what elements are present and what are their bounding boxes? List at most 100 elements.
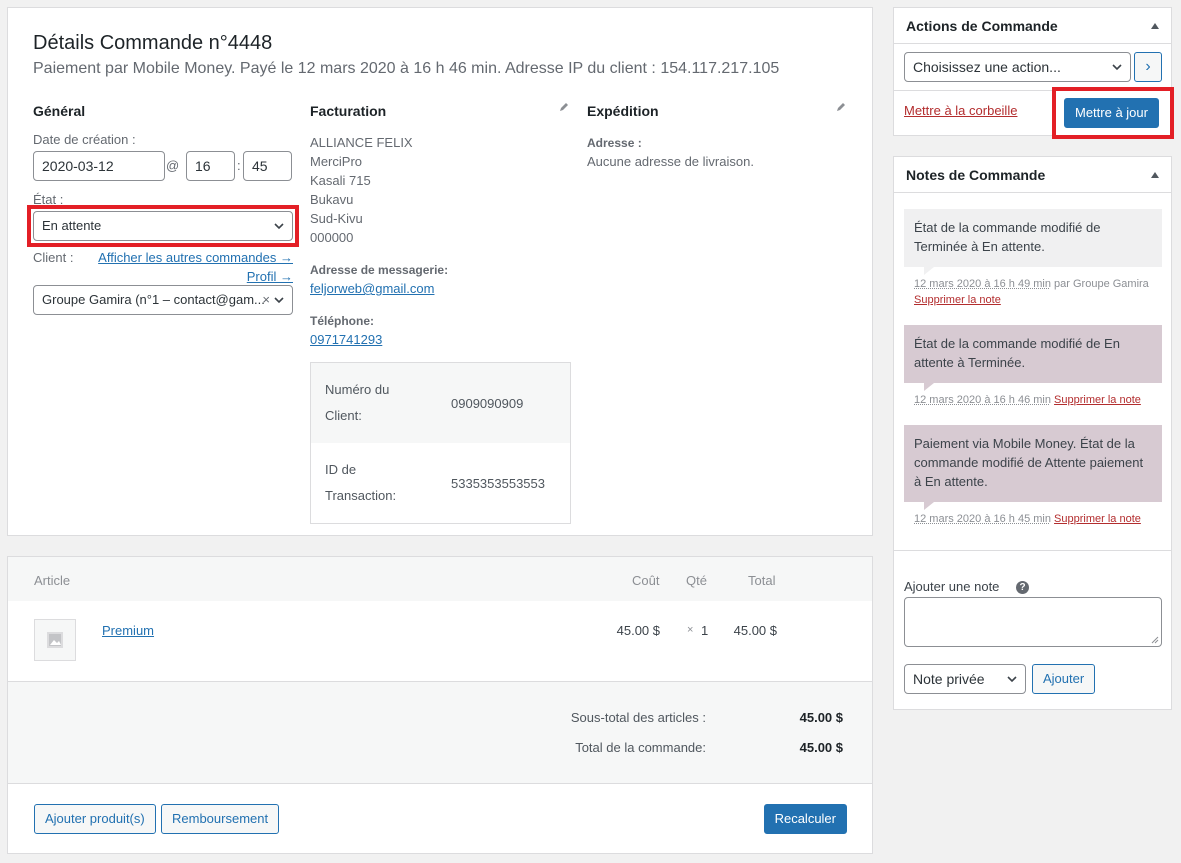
table-row: ID de Transaction: 5335353553553 [311, 443, 570, 523]
note-meta: 12 mars 2020 à 16 h 46 min Supprimer la … [914, 394, 1141, 406]
order-notes-header[interactable]: Notes de Commande [894, 157, 1171, 193]
edit-billing-pencil-icon[interactable] [558, 101, 570, 113]
move-to-trash-link[interactable]: Mettre à la corbeille [904, 103, 1017, 118]
order-note: État de la commande modifié de En attent… [904, 325, 1162, 383]
note-type-select-value: Note privée [913, 671, 985, 687]
client-label: Client : [33, 250, 74, 265]
page-title: Détails Commande n°4448 [33, 32, 273, 54]
subtotal-label: Sous-total des articles : [570, 710, 706, 725]
table-row: Premium 45.00 $ × 1 45.00 $ [8, 601, 872, 682]
table-row: Numéro du Client: 0909090909 [311, 363, 570, 443]
customer-select-value: Groupe Gamira (n°1 – contact@gam... [42, 292, 265, 307]
column-header-total: Total [748, 573, 776, 588]
note-tail [924, 383, 934, 391]
customer-profile-link[interactable]: Profil → [247, 269, 293, 284]
edit-shipping-pencil-icon[interactable] [835, 101, 847, 113]
note-meta: 12 mars 2020 à 16 h 49 min par Groupe Ga… [914, 278, 1149, 290]
order-items-panel: Article Coût Qté Total Premium 45.00 $ ×… [7, 556, 873, 854]
order-total-label: Total de la commande: [575, 740, 706, 755]
billing-phone-label: Téléphone: [310, 314, 375, 328]
order-actions-header[interactable]: Actions de Commande [894, 8, 1171, 44]
update-highlight-box [1052, 87, 1174, 139]
order-actions-title: Actions de Commande [906, 18, 1058, 34]
resize-handle-icon[interactable] [1151, 636, 1159, 644]
billing-address-line: 000000 [310, 230, 354, 245]
chevron-down-icon [1112, 64, 1122, 71]
order-total-value: 45.00 $ [799, 740, 843, 755]
recalculate-button[interactable]: Recalculer [763, 804, 847, 834]
date-created-input[interactable]: 2020-03-12 [33, 151, 165, 181]
billing-email-label: Adresse de messagerie: [310, 263, 449, 277]
billing-email-link[interactable]: feljorweb@gmail.com [310, 281, 434, 296]
order-note: État de la commande modifié de Terminée … [904, 209, 1162, 267]
column-header-article: Article [34, 573, 71, 588]
column-header-qty: Qté [686, 573, 707, 588]
clear-customer-icon[interactable]: × [262, 286, 270, 314]
items-actions-bar: Ajouter produit(s) Remboursement Recalcu… [8, 783, 872, 853]
general-heading: Général [33, 103, 86, 119]
shipping-address-value: Aucune adresse de livraison. [587, 154, 754, 169]
item-qty: 1 [701, 623, 709, 638]
product-link[interactable]: Premium [102, 623, 154, 638]
billing-heading: Facturation [310, 103, 387, 119]
shipping-address-label: Adresse : [587, 136, 642, 150]
collapse-arrow-icon[interactable] [1151, 172, 1159, 178]
order-notes-box: Notes de Commande État de la commande mo… [893, 156, 1172, 710]
collapse-arrow-icon[interactable] [1151, 23, 1159, 29]
note-date: 12 mars 2020 à 16 h 45 min [914, 513, 1051, 525]
billing-meta-table: Numéro du Client: 0909090909 ID de Trans… [310, 362, 571, 524]
order-details-panel: Détails Commande n°4448 Paiement par Mob… [7, 7, 873, 536]
item-total: 45.00 $ [733, 623, 777, 638]
payment-summary: Paiement par Mobile Money. Payé le 12 ma… [33, 60, 780, 77]
status-highlight-box [27, 205, 299, 247]
minute-input[interactable]: 45 [243, 151, 292, 181]
order-action-select[interactable]: Choisissez une action... [904, 52, 1131, 82]
customer-select[interactable]: Groupe Gamira (n°1 – contact@gam... × [33, 285, 293, 315]
billing-address-line: MerciPro [310, 154, 363, 169]
apply-action-button[interactable]: › [1134, 52, 1162, 82]
order-note: Paiement via Mobile Money. État de la co… [904, 425, 1162, 502]
order-actions-box: Actions de Commande Choisissez une actio… [893, 7, 1174, 139]
note-type-select[interactable]: Note privée [904, 664, 1026, 694]
item-cost: 45.00 $ [616, 623, 660, 638]
billing-address-line: ALLIANCE FELIX [310, 135, 413, 150]
chevron-down-icon [274, 297, 284, 304]
note-author: par Groupe Gamira [1050, 278, 1149, 290]
add-note-label: Ajouter une note [904, 579, 1000, 594]
delete-note-link[interactable]: Supprimer la note [914, 294, 1001, 306]
help-icon[interactable]: ? [1016, 581, 1029, 594]
subtotal-value: 45.00 $ [799, 710, 843, 725]
order-notes-title: Notes de Commande [906, 167, 1046, 183]
billing-phone-link[interactable]: 0971741293 [310, 332, 382, 347]
qty-times-icon: × [687, 624, 694, 636]
product-placeholder-image-icon [34, 619, 76, 661]
refund-button[interactable]: Remboursement [161, 804, 280, 834]
column-header-cost: Coût [632, 573, 660, 588]
billing-address-line: Sud-Kivu [310, 211, 363, 226]
note-date: 12 mars 2020 à 16 h 46 min [914, 394, 1051, 406]
note-date: 12 mars 2020 à 16 h 49 min [914, 278, 1051, 290]
add-note-button[interactable]: Ajouter [1032, 664, 1096, 694]
add-note-textarea[interactable] [904, 597, 1162, 647]
transaction-id-value: 5335353553553 [451, 476, 545, 491]
divider [894, 550, 1171, 551]
billing-address-line: Kasali 715 [310, 173, 371, 188]
chevron-down-icon [1007, 676, 1017, 683]
colon-separator: : [237, 158, 241, 173]
hour-input[interactable]: 16 [186, 151, 235, 181]
meta-key: ID de Transaction: [325, 462, 397, 503]
delete-note-link[interactable]: Supprimer la note [1054, 513, 1141, 525]
at-separator: @ [166, 158, 180, 173]
order-action-select-value: Choisissez une action... [913, 59, 1061, 75]
meta-key: Numéro du Client: [325, 382, 390, 423]
other-orders-link[interactable]: Afficher les autres commandes → [98, 250, 293, 265]
shipping-heading: Expédition [587, 103, 659, 119]
note-tail [924, 502, 934, 510]
add-products-button[interactable]: Ajouter produit(s) [34, 804, 156, 834]
customer-number-value: 0909090909 [451, 396, 524, 411]
delete-note-link[interactable]: Supprimer la note [1054, 394, 1141, 406]
note-tail [924, 267, 934, 275]
billing-address-line: Bukavu [310, 192, 354, 207]
note-meta: 12 mars 2020 à 16 h 45 min Supprimer la … [914, 513, 1141, 525]
date-created-label: Date de création : [33, 132, 136, 147]
